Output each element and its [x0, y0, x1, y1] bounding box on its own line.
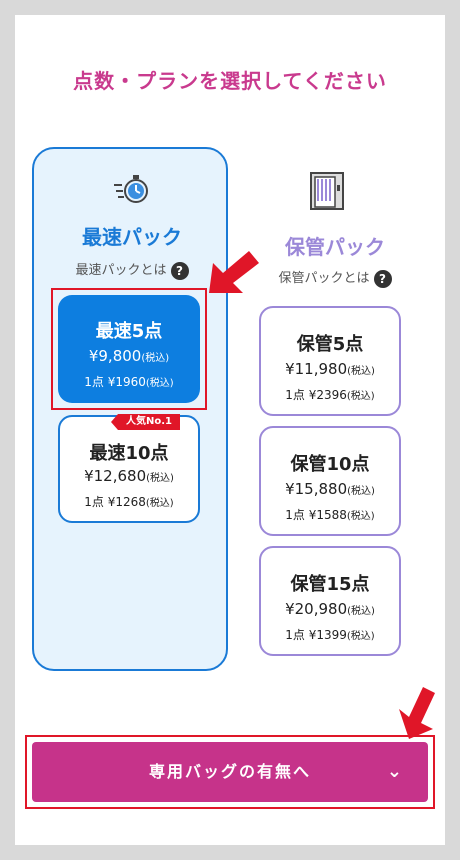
fast-pack-title: 最速パック — [82, 225, 182, 249]
price-value: ¥12,680 — [84, 467, 147, 485]
unit-value: 1点 ¥1399 — [285, 628, 347, 642]
unit-value: 1点 ¥1588 — [285, 508, 347, 522]
next-bag-label: 専用バッグの有無へ — [148, 762, 311, 781]
plan-storage-10-button[interactable]: 保管10点 ¥15,880(税込) 1点 ¥1588(税込) — [259, 426, 401, 536]
tax-label: (税込) — [146, 473, 174, 484]
wardrobe-icon — [310, 172, 344, 210]
plan-name: 保管15点 — [290, 574, 370, 595]
unit-value: 1点 ¥1268 — [84, 495, 146, 509]
plan-price: ¥15,880(税込) — [261, 480, 399, 498]
page-title: 点数・プランを選択してください — [73, 69, 387, 93]
price-value: ¥20,980 — [285, 600, 348, 618]
question-icon[interactable]: ? — [170, 261, 189, 280]
plan-unit-price: 1点 ¥1268(税込) — [60, 493, 198, 510]
red-arrow-icon — [399, 687, 435, 739]
tax-label: (税込) — [346, 391, 375, 402]
plan-name: 保管10点 — [290, 454, 370, 475]
tax-label: (税込) — [347, 486, 375, 497]
plan-name: 保管5点 — [296, 334, 364, 355]
highlight-box — [51, 288, 207, 410]
plan-unit-price: 1点 ¥1399(税込) — [261, 626, 399, 643]
tax-label: (税込) — [347, 606, 375, 617]
storage-pack-about-label: 保管パックとは — [278, 271, 370, 286]
plan-storage-5-button[interactable]: 保管5点 ¥11,980(税込) 1点 ¥2396(税込) — [259, 306, 401, 416]
unit-value: 1点 ¥2396 — [285, 388, 347, 402]
plan-fast-10-button[interactable]: 人気No.1 最速10点 ¥12,680(税込) 1点 ¥1268(税込) — [58, 414, 200, 523]
fast-pack-about-link[interactable]: 最速パックとは? — [34, 259, 230, 280]
plan-storage-15-button[interactable]: 保管15点 ¥20,980(税込) 1点 ¥1399(税込) — [259, 546, 401, 656]
storage-pack-title: 保管パック — [285, 235, 385, 259]
tax-label: (税込) — [145, 498, 174, 509]
chevron-down-icon: ⌄ — [386, 761, 404, 782]
fast-pack-about-label: 最速パックとは — [75, 263, 167, 278]
price-value: ¥11,980 — [285, 360, 348, 378]
plan-price: ¥11,980(税込) — [261, 360, 399, 378]
price-value: ¥15,880 — [285, 480, 348, 498]
popular-badge: 人気No.1 — [111, 414, 180, 430]
plan-price: ¥20,980(税込) — [261, 600, 399, 618]
plan-name: 最速10点 — [89, 443, 169, 464]
next-bag-button[interactable]: 専用バッグの有無へ ⌄ — [32, 742, 428, 802]
tax-label: (税込) — [346, 511, 375, 522]
question-icon[interactable]: ? — [373, 269, 392, 288]
stopwatch-icon — [114, 175, 148, 203]
plan-unit-price: 1点 ¥2396(税込) — [261, 386, 399, 403]
plan-select-card: 点数・プランを選択してください 最速パック 最速パックとは? 最速5点 ¥9,8… — [15, 15, 445, 845]
storage-pack-about-link[interactable]: 保管パックとは? — [237, 267, 433, 288]
plan-unit-price: 1点 ¥1588(税込) — [261, 506, 399, 523]
red-arrow-icon — [209, 251, 259, 293]
tax-label: (税込) — [346, 631, 375, 642]
tax-label: (税込) — [347, 366, 375, 377]
plan-price: ¥12,680(税込) — [60, 467, 198, 485]
